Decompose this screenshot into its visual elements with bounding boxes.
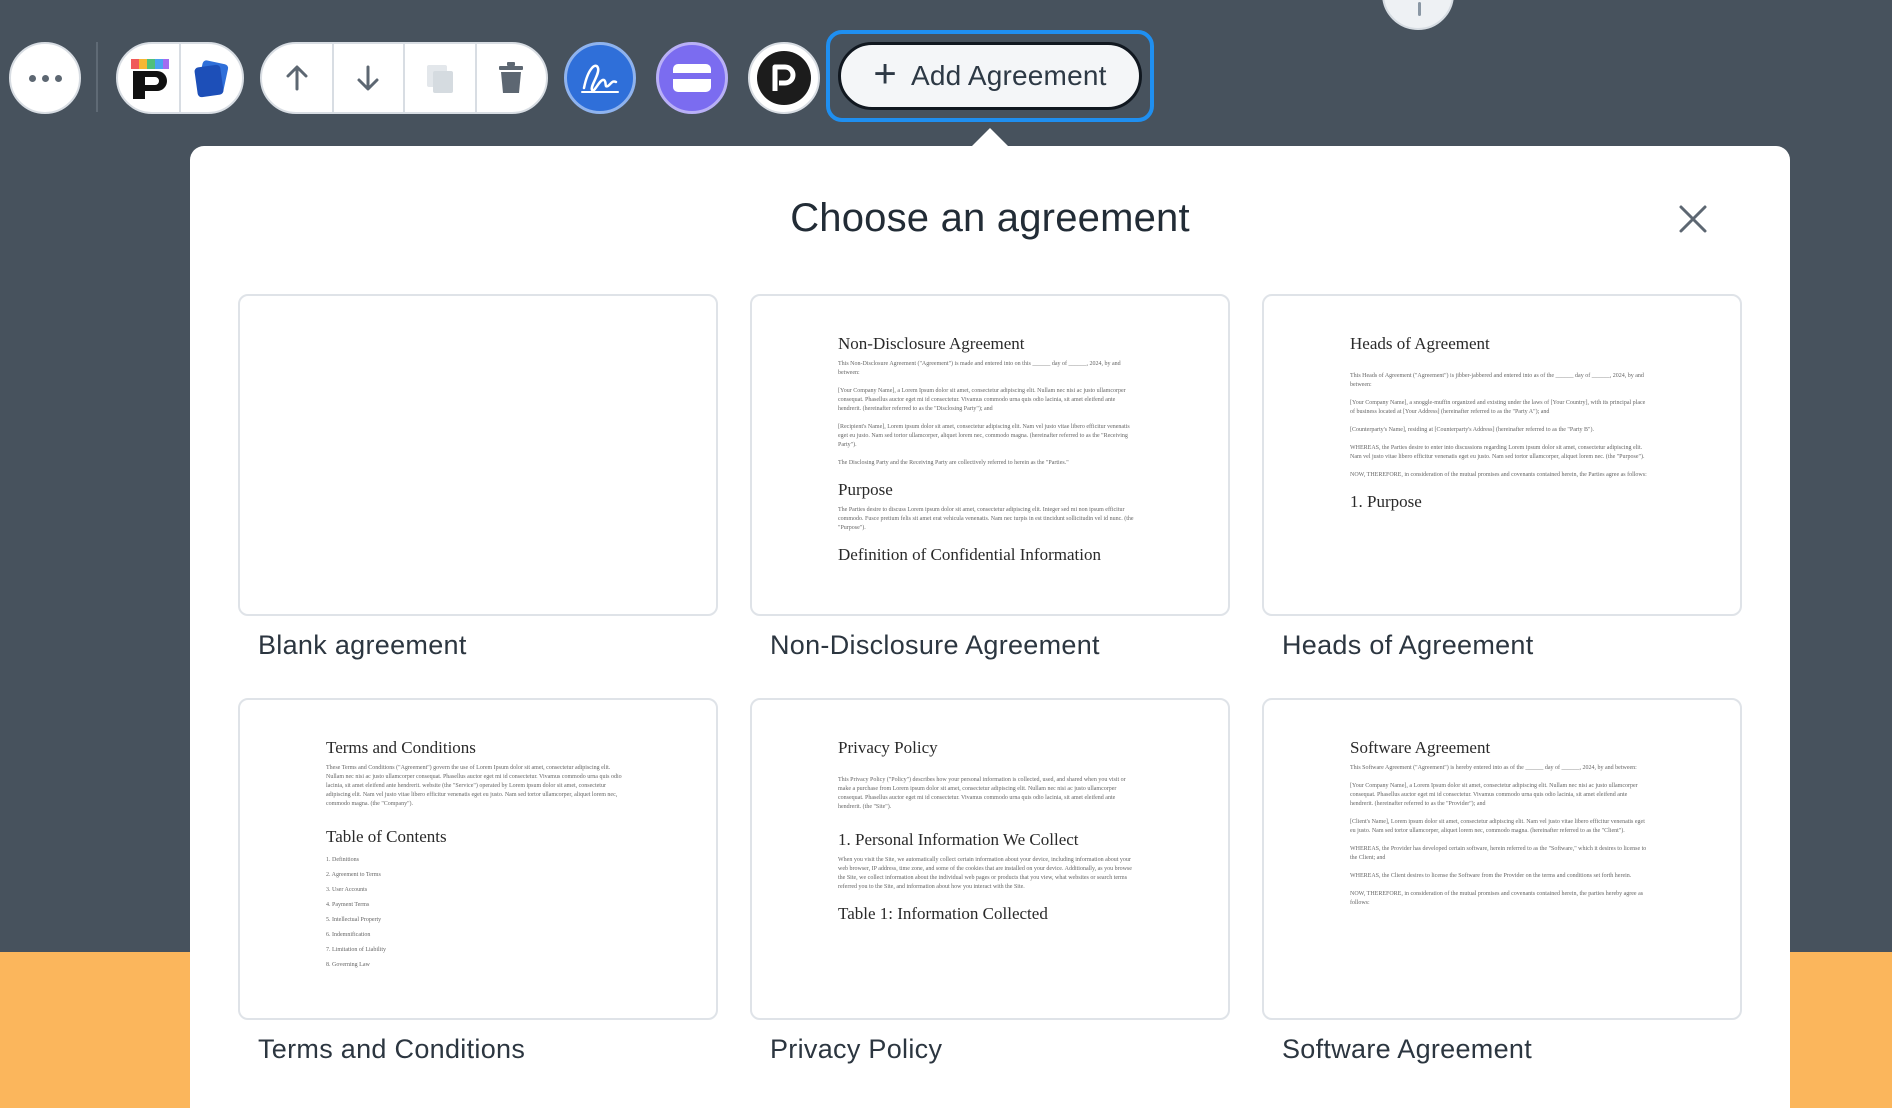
move-down-button[interactable]	[331, 44, 404, 112]
page-actions-group	[260, 42, 548, 114]
agreement-label-blank[interactable]: Blank agreement	[258, 630, 467, 661]
blue-cards-app-icon	[194, 60, 228, 98]
terms-preview: Terms and Conditions These Terms and Con…	[326, 738, 622, 968]
agreement-card-blank[interactable]	[238, 294, 718, 616]
close-button[interactable]	[1676, 202, 1710, 236]
heads-preview: Heads of Agreement This Heads of Agreeme…	[1350, 334, 1647, 511]
p-app-button[interactable]	[748, 42, 820, 114]
close-icon	[1679, 205, 1707, 233]
agreement-label-heads[interactable]: Heads of Agreement	[1282, 630, 1534, 661]
duplicate-icon	[426, 65, 453, 93]
palette-app-button[interactable]	[118, 44, 179, 112]
toolbar-divider	[96, 42, 98, 112]
duplicate-button[interactable]	[403, 44, 475, 112]
credit-card-icon	[673, 64, 711, 92]
agreement-card-nda[interactable]: Non-Disclosure Agreement This Non-Disclo…	[750, 294, 1230, 616]
agreement-card-terms[interactable]: Terms and Conditions These Terms and Con…	[238, 698, 718, 1020]
signature-icon	[581, 64, 619, 93]
signature-button[interactable]	[564, 42, 636, 114]
privacy-preview: Privacy Policy This Privacy Policy ("Pol…	[838, 738, 1132, 923]
blue-cards-app-button[interactable]	[179, 44, 242, 112]
delete-button[interactable]	[474, 44, 547, 112]
agreement-card-privacy[interactable]: Privacy Policy This Privacy Policy ("Pol…	[750, 698, 1230, 1020]
payment-button[interactable]	[656, 42, 728, 114]
nda-preview: Non-Disclosure Agreement This Non-Disclo…	[838, 334, 1134, 564]
add-agreement-button[interactable]: + Add Agreement	[838, 42, 1142, 110]
more-options-button[interactable]	[9, 42, 81, 114]
agreement-label-privacy[interactable]: Privacy Policy	[770, 1034, 942, 1065]
apps-group	[116, 42, 244, 114]
agreement-label-terms[interactable]: Terms and Conditions	[258, 1034, 525, 1065]
panel-pointer	[972, 128, 1008, 146]
move-up-button[interactable]	[262, 44, 332, 112]
panel-title: Choose an agreement	[790, 196, 1190, 240]
agreement-card-software[interactable]: Software Agreement This Software Agreeme…	[1262, 698, 1742, 1020]
p-logo-icon	[757, 51, 811, 105]
agreement-label-nda[interactable]: Non-Disclosure Agreement	[770, 630, 1100, 661]
palette-app-icon	[130, 59, 169, 99]
arrow-down-icon	[357, 65, 379, 91]
add-agreement-label: Add Agreement	[910, 60, 1107, 91]
add-agreement-focus-ring: + Add Agreement	[826, 30, 1154, 122]
agreement-label-software[interactable]: Software Agreement	[1282, 1034, 1532, 1065]
page-add-handle[interactable]	[1382, 0, 1454, 30]
arrow-up-icon	[286, 65, 308, 91]
software-preview: Software Agreement This Software Agreeme…	[1350, 738, 1647, 906]
plus-icon: +	[873, 52, 897, 96]
agreement-card-heads[interactable]: Heads of Agreement This Heads of Agreeme…	[1262, 294, 1742, 616]
choose-agreement-panel: Choose an agreement Blank agreement Non-…	[190, 146, 1790, 1108]
trash-icon	[499, 62, 524, 93]
more-icon	[28, 74, 62, 82]
